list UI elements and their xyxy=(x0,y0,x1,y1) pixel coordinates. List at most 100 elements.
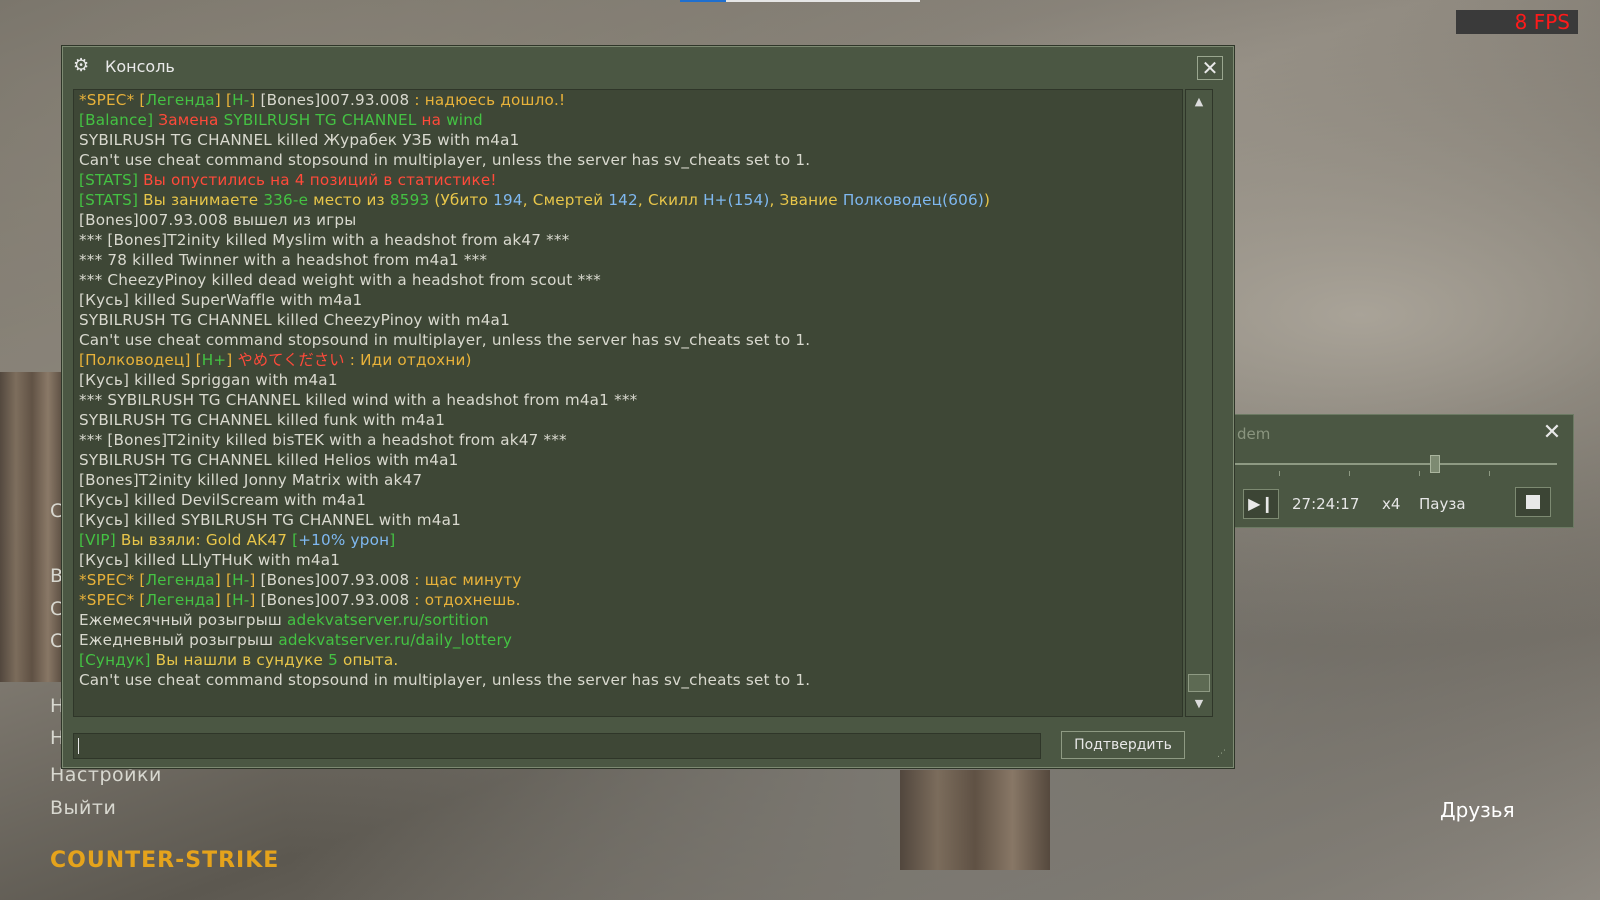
console-line: *SPEC* [Легенда] [H-] [Bones]007.93.008 … xyxy=(74,590,1182,610)
console-line-segment: ] [ xyxy=(214,571,233,589)
console-line-segment: *** SYBILRUSH TG CHANNEL killed wind wit… xyxy=(79,391,638,409)
demo-speed[interactable]: x4 xyxy=(1382,495,1400,513)
console-line-segment: SYBILRUSH TG CHANNEL killed funk with m4… xyxy=(79,411,446,429)
console-line-segment: [Bones]007.93.008 xyxy=(260,591,410,609)
close-icon[interactable]: ✕ xyxy=(1197,56,1223,80)
console-line-segment: [STATS] xyxy=(79,191,144,209)
console-line-segment: Can't use cheat command stopsound in mul… xyxy=(79,671,811,689)
console-line-segment: место из xyxy=(308,191,390,209)
console-line-segment: [Кусь] killed Spriggan with m4a1 xyxy=(79,371,338,389)
console-titlebar[interactable]: ⚙ Консоль ✕ xyxy=(63,47,1233,85)
fps-counter: 8 FPS xyxy=(1456,10,1578,34)
timeline-tick xyxy=(1489,471,1490,476)
console-line-segment: [Кусь] killed LLlyTHuK with m4a1 xyxy=(79,551,341,569)
console-line-segment: wind xyxy=(446,111,483,129)
console-line: [Balance] Замена SYBILRUSH TG CHANNEL на… xyxy=(74,110,1182,130)
console-line-segment: Вы взяли: Gold AK47 xyxy=(120,531,293,549)
steam-icon: ⚙ xyxy=(73,55,90,76)
demo-timeline-slider[interactable] xyxy=(1235,463,1557,465)
console-line-segment: ) xyxy=(984,191,991,209)
console-line-segment: *** [Bones]T2inity killed bisTEK with a … xyxy=(79,431,567,449)
console-line-segment: Вы нашли в сундуке xyxy=(155,651,329,669)
console-input[interactable] xyxy=(73,733,1041,759)
timeline-tick xyxy=(1419,471,1420,476)
console-line-segment: [Сундук] xyxy=(79,651,156,669)
console-line: [Кусь] killed SYBILRUSH TG CHANNEL with … xyxy=(74,510,1182,530)
resize-grip-icon[interactable]: ⋰ xyxy=(1217,750,1229,763)
console-line-segment: ] [ xyxy=(214,591,233,609)
console-line-segment: [Кусь] killed DevilScream with m4a1 xyxy=(79,491,367,509)
console-line: [STATS] Вы опустились на 4 позиций в ста… xyxy=(74,170,1182,190)
console-line: [Сундук] Вы нашли в сундуке 5 опыта. xyxy=(74,650,1182,670)
console-line-segment: Полководец(606) xyxy=(842,191,985,209)
console-line-segment: SYBILRUSH TG CHANNEL killed CheezyPinoy … xyxy=(79,311,510,329)
console-line-segment: H+ xyxy=(201,351,227,369)
console-line-segment: : надюесь дошло.! xyxy=(409,91,566,109)
console-line-segment: 8593 xyxy=(389,191,430,209)
console-line-segment: adekvatserver.ru/daily_lottery xyxy=(278,631,513,649)
console-line-segment: H- xyxy=(232,591,250,609)
console-line-segment: ] [ xyxy=(184,351,202,369)
console-line-segment: : отдохнешь. xyxy=(409,591,521,609)
console-line-segment: *SPEC* xyxy=(79,571,140,589)
play-pause-icon[interactable]: ▶❙ xyxy=(1243,489,1279,519)
console-line-segment: Легенда xyxy=(145,91,215,109)
console-line-segment: [Кусь] killed SuperWaffle with m4a1 xyxy=(79,291,363,309)
stop-icon[interactable] xyxy=(1515,487,1551,517)
console-line: SYBILRUSH TG CHANNEL killed funk with m4… xyxy=(74,410,1182,430)
console-line-segment: ] [ xyxy=(214,91,233,109)
counter-strike-logo: COUNTER-STRIKE xyxy=(50,848,280,873)
console-line: *** CheezyPinoy killed dead weight with … xyxy=(74,270,1182,290)
console-line-segment: 336-е xyxy=(263,191,309,209)
console-line-segment: [Bones]T2inity killed Jonny Matrix with … xyxy=(79,471,423,489)
console-line-segment: опыта. xyxy=(338,651,399,669)
console-line-segment: [Кусь] killed SYBILRUSH TG CHANNEL with … xyxy=(79,511,462,529)
console-line-segment: ] xyxy=(249,571,261,589)
console-line-segment: (Убито xyxy=(429,191,494,209)
console-line-segment: ] xyxy=(389,531,396,549)
scroll-down-icon[interactable]: ▼ xyxy=(1188,694,1210,714)
console-line-segment: Полководец xyxy=(85,351,185,369)
close-icon[interactable]: ✕ xyxy=(1541,422,1563,445)
console-line-segment: *** 78 killed Twinner with a headshot fr… xyxy=(79,251,488,269)
console-line: [Кусь] killed DevilScream with m4a1 xyxy=(74,490,1182,510)
scrollbar-thumb[interactable] xyxy=(1188,674,1210,692)
console-line: SYBILRUSH TG CHANNEL killed Журабек УЗБ … xyxy=(74,130,1182,150)
console-line: Can't use cheat command stopsound in mul… xyxy=(74,330,1182,350)
console-line-segment: Ежедневный розыгрыш xyxy=(79,631,279,649)
console-line: [Полководец] [H+] やめてください : Иди отдохни) xyxy=(74,350,1182,370)
demo-player-panel: dem ✕ ▶❙ 27:24:17 x4 Пауза xyxy=(1234,414,1574,528)
console-line: Can't use cheat command stopsound in mul… xyxy=(74,670,1182,690)
console-line-segment: Замена xyxy=(158,111,224,129)
console-line-segment: [Bones]007.93.008 xyxy=(260,571,410,589)
console-line-segment: [VIP] xyxy=(79,531,121,549)
console-line-segment: SYBILRUSH TG CHANNEL xyxy=(223,111,417,129)
console-scrollbar[interactable]: ▲ ▼ xyxy=(1185,89,1213,717)
scroll-up-icon[interactable]: ▲ xyxy=(1188,92,1210,112)
console-line-segment: H- xyxy=(232,571,250,589)
console-line-segment: ] xyxy=(249,591,261,609)
console-line-segment: , Звание xyxy=(769,191,843,209)
console-line-segment: , Скилл xyxy=(637,191,704,209)
friends-button[interactable]: Друзья xyxy=(1440,798,1515,822)
top-progress-strip xyxy=(680,0,920,2)
menu-item-exit[interactable]: Выйти xyxy=(50,797,116,819)
demo-time: 27:24:17 xyxy=(1292,495,1360,513)
console-line: Ежедневный розыгрыш adekvatserver.ru/dai… xyxy=(74,630,1182,650)
console-line-segment: Вы занимаете xyxy=(143,191,264,209)
console-line: Ежемесячный розыгрыш adekvatserver.ru/so… xyxy=(74,610,1182,630)
console-line-segment: SYBILRUSH TG CHANNEL killed Журабек УЗБ … xyxy=(79,131,520,149)
console-line-segment: [Bones]007.93.008 вышел из игры xyxy=(79,211,357,229)
console-line-segment: +10% урон xyxy=(298,531,390,549)
console-line-segment: ] xyxy=(226,351,238,369)
submit-button[interactable]: Подтвердить xyxy=(1061,731,1185,759)
console-log[interactable]: *SPEC* [Легенда] [H-] [Bones]007.93.008 … xyxy=(73,89,1183,717)
console-line-segment: Can't use cheat command stopsound in mul… xyxy=(79,331,811,349)
timeline-thumb[interactable] xyxy=(1429,455,1440,473)
console-line-segment: *** [Bones]T2inity killed Myslim with a … xyxy=(79,231,570,249)
console-line-segment: [Bones]007.93.008 xyxy=(260,91,410,109)
console-line-segment: *** CheezyPinoy killed dead weight with … xyxy=(79,271,601,289)
console-line-segment: 194 xyxy=(493,191,523,209)
console-line: [Bones]007.93.008 вышел из игры xyxy=(74,210,1182,230)
background-wall xyxy=(900,770,1050,870)
